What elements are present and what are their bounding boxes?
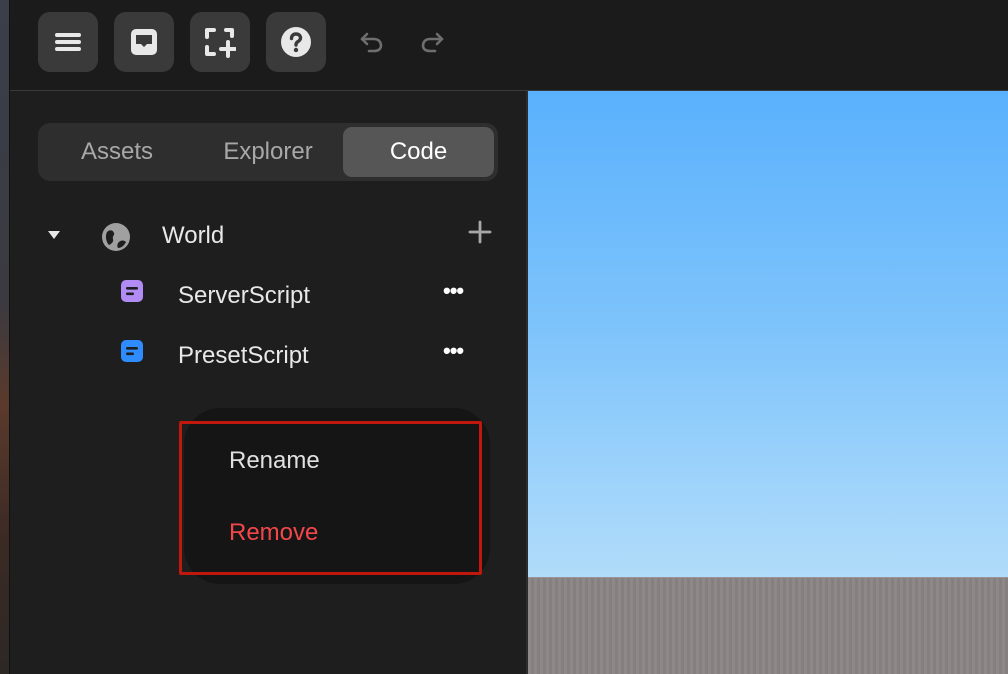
frame-add-icon [205, 28, 236, 58]
inbox-icon [131, 29, 157, 55]
undo-button[interactable] [354, 24, 390, 60]
top-toolbar [10, 0, 1008, 91]
more-options-button[interactable]: ••• [443, 278, 464, 304]
tree-item-serverscript[interactable]: ServerScript [178, 282, 310, 310]
menu-item-rename[interactable]: Rename [229, 447, 320, 475]
menu-icon [55, 33, 81, 51]
tab-code[interactable]: Code [343, 127, 494, 177]
expand-caret-icon[interactable] [44, 225, 64, 245]
add-script-button[interactable] [466, 218, 494, 246]
undo-icon [360, 32, 383, 53]
script-icon [119, 278, 145, 304]
highlight-outline [179, 421, 482, 575]
ground-plane [528, 577, 1008, 674]
redo-icon [421, 32, 444, 53]
script-icon [119, 338, 145, 364]
plus-icon [468, 220, 492, 244]
help-button[interactable] [266, 12, 326, 72]
redo-button[interactable] [414, 24, 450, 60]
menu-item-remove[interactable]: Remove [229, 519, 318, 547]
more-options-button[interactable]: ••• [443, 338, 464, 364]
tree-item-world[interactable]: World [162, 222, 224, 250]
scene-viewport[interactable] [528, 91, 1008, 674]
tab-explorer[interactable]: Explorer [193, 127, 343, 177]
globe-icon [100, 221, 132, 253]
add-frame-button[interactable] [190, 12, 250, 72]
tree-item-presetscript[interactable]: PresetScript [178, 342, 309, 370]
panel-tabs: Assets Explorer Code [38, 123, 498, 181]
inbox-button[interactable] [114, 12, 174, 72]
help-icon [281, 27, 311, 57]
menu-button[interactable] [38, 12, 98, 72]
code-panel: Assets Explorer Code World ServerScript … [10, 91, 528, 674]
tab-assets[interactable]: Assets [42, 127, 192, 177]
window-edge [0, 0, 10, 674]
